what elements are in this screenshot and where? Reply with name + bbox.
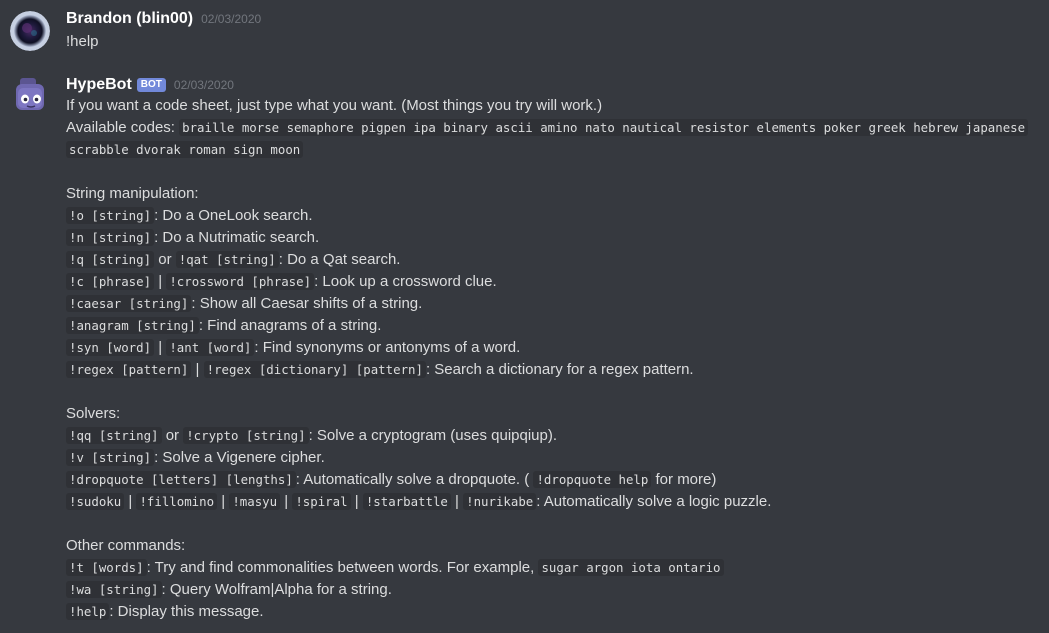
cmd-desc: : Show all Caesar shifts of a string.: [191, 295, 423, 312]
cmd-desc: : Try and find commonalities between wor…: [146, 559, 535, 576]
separator: |: [158, 339, 163, 356]
bot-tag-badge: BOT: [136, 78, 166, 92]
cmd-code: !crossword [phrase]: [166, 273, 315, 290]
cmd-line-qat: !q [string] or !qat [string]: Do a Qat s…: [66, 249, 1039, 271]
cmd-code: !sudoku: [66, 493, 125, 510]
cmd-code: !t [words]: [66, 559, 147, 576]
section-title-solvers: Solvers:: [66, 405, 121, 422]
user-avatar[interactable]: [10, 11, 50, 51]
bot-message-header: HypeBot BOT 02/03/2020: [66, 76, 234, 94]
bot-message-body: If you want a code sheet, just type what…: [66, 95, 1039, 623]
cmd-line-wolfram: !wa [string]: Query Wolfram|Alpha for a …: [66, 579, 1039, 601]
cmd-code: !qq [string]: [66, 427, 162, 444]
section-title-other: Other commands:: [66, 537, 186, 554]
codes-list-2: scrabble dvorak roman sign moon: [66, 141, 304, 158]
cmd-desc: : Find synonyms or antonyms of a word.: [254, 339, 521, 356]
cmd-line-nutrimatic: !n [string]: Do a Nutrimatic search.: [66, 227, 1039, 249]
cmd-line-cryptogram: !qq [string] or !crypto [string]: Solve …: [66, 425, 1039, 447]
cmd-desc: : Look up a crossword clue.: [314, 273, 497, 290]
intro-line: If you want a code sheet, just type what…: [66, 97, 603, 114]
user-message-header: Brandon (blin00) 02/03/2020: [66, 10, 261, 28]
separator: |: [221, 493, 226, 510]
user-timestamp: 02/03/2020: [201, 12, 262, 26]
cmd-code: !masyu: [229, 493, 281, 510]
cmd-line-help: !help: Display this message.: [66, 601, 1039, 623]
cmd-line-regex: !regex [pattern] | !regex [dictionary] […: [66, 359, 1039, 381]
cmd-desc: : Do a Qat search.: [278, 251, 401, 268]
cmd-code: !anagram [string]: [66, 317, 199, 334]
cmd-desc: : Find anagrams of a string.: [198, 317, 382, 334]
cmd-code: !dropquote [letters] [lengths]: [66, 471, 296, 488]
cmd-code: !wa [string]: [66, 581, 162, 598]
cmd-line-caesar: !caesar [string]: Show all Caesar shifts…: [66, 293, 1039, 315]
codes-label: Available codes:: [66, 119, 175, 136]
user-message-body: !help: [66, 31, 1039, 53]
cmd-desc: : Do a OneLook search.: [154, 207, 313, 224]
codes-line-1: Available codes: braille morse semaphore…: [66, 117, 1039, 139]
cmd-line-commonalities: !t [words]: Try and find commonalities b…: [66, 557, 1039, 579]
bot-name[interactable]: HypeBot: [66, 76, 132, 94]
cmd-code: !regex [dictionary] [pattern]: [203, 361, 426, 378]
section-title-string: String manipulation:: [66, 185, 199, 202]
cmd-code: !fillomino: [136, 493, 218, 510]
separator: |: [195, 361, 200, 378]
cmd-code: !qat [string]: [175, 251, 279, 268]
cmd-desc: : Automatically solve a logic puzzle.: [536, 493, 772, 510]
cmd-code: !q [string]: [66, 251, 155, 268]
cmd-code: !regex [pattern]: [66, 361, 192, 378]
cmd-code: !help: [66, 603, 110, 620]
cmd-code: !c [phrase]: [66, 273, 155, 290]
cmd-desc: : Search a dictionary for a regex patter…: [425, 361, 694, 378]
cmd-line-dropquote: !dropquote [letters] [lengths]: Automati…: [66, 469, 1039, 491]
separator: |: [158, 273, 163, 290]
cmd-desc: : Display this message.: [109, 603, 264, 620]
cmd-line-vigenere: !v [string]: Solve a Vigenere cipher.: [66, 447, 1039, 469]
cmd-code: !n [string]: [66, 229, 155, 246]
cmd-desc: : Do a Nutrimatic search.: [154, 229, 320, 246]
cmd-desc: : Solve a cryptogram (uses quipqiup).: [308, 427, 558, 444]
separator: |: [455, 493, 459, 510]
example-code: sugar argon iota ontario: [538, 559, 724, 576]
cmd-line-onelook: !o [string]: Do a OneLook search.: [66, 205, 1039, 227]
cmd-line-logic: !sudoku | !fillomino | !masyu | !spiral …: [66, 491, 1039, 513]
codes-line-2: scrabble dvorak roman sign moon: [66, 139, 1039, 161]
or-text: or: [165, 427, 180, 444]
user-message-text: !help: [66, 33, 99, 50]
separator: |: [284, 493, 289, 510]
separator: |: [354, 493, 359, 510]
cmd-code: !v [string]: [66, 449, 155, 466]
cmd-code: !starbattle: [362, 493, 451, 510]
cmd-desc: : Solve a Vigenere cipher.: [154, 449, 325, 466]
or-text: or: [158, 251, 172, 268]
bot-timestamp: 02/03/2020: [173, 78, 234, 92]
cmd-desc: : Query Wolfram|Alpha for a string.: [161, 581, 392, 598]
cmd-code: !spiral: [292, 493, 351, 510]
cmd-code: !crypto [string]: [183, 427, 309, 444]
user-name[interactable]: Brandon (blin00): [66, 10, 193, 28]
separator: |: [128, 493, 133, 510]
cmd-code: !nurikabe: [463, 493, 537, 510]
cmd-code: !o [string]: [66, 207, 155, 224]
cmd-code: !caesar [string]: [66, 295, 192, 312]
codes-list-1: braille morse semaphore pigpen ipa binar…: [179, 119, 1029, 136]
cmd-code: !ant [word]: [166, 339, 255, 356]
cmd-code: !dropquote help: [533, 471, 652, 488]
cmd-line-anagram: !anagram [string]: Find anagrams of a st…: [66, 315, 1039, 337]
cmd-desc-tail: for more): [655, 471, 717, 488]
cmd-code: !syn [word]: [66, 339, 155, 356]
cmd-line-crossword: !c [phrase] | !crossword [phrase]: Look …: [66, 271, 1039, 293]
bot-avatar[interactable]: [10, 74, 50, 114]
cmd-line-synonym: !syn [word] | !ant [word]: Find synonyms…: [66, 337, 1039, 359]
cmd-desc: : Automatically solve a dropquote. (: [295, 471, 530, 488]
